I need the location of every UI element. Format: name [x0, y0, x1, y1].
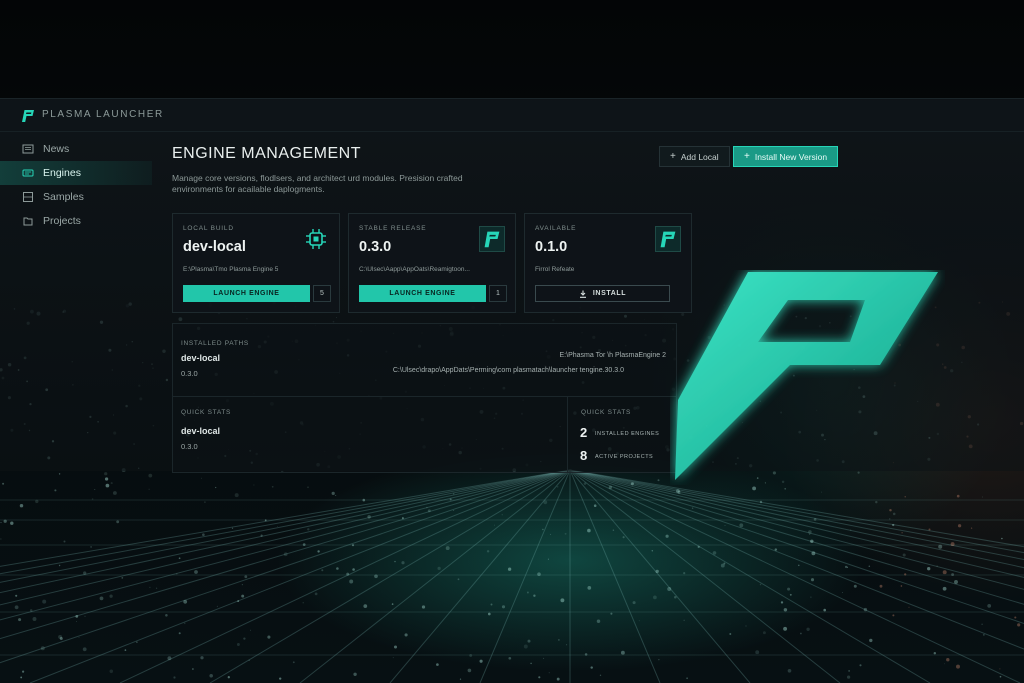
engine-details-panel: INSTALLED PATHS dev-local 0.3.0 E:\Phasm…: [172, 323, 677, 473]
launch-engine-button[interactable]: LAUNCH ENGINE: [359, 285, 486, 302]
chip-icon: [306, 229, 326, 249]
engine-card-available: AVAILABLE 0.1.0 Firrol Refeate INSTALL: [524, 213, 692, 313]
sidebar-item-label: News: [43, 143, 70, 155]
quick-stats-label: QUICK STATS: [181, 409, 232, 416]
quick-stats-engine-version: 0.3.0: [181, 442, 198, 451]
instance-count: 1: [489, 285, 507, 302]
install-label: INSTALL: [592, 290, 627, 297]
newspaper-icon: [22, 144, 34, 154]
projects-icon: [23, 217, 33, 226]
sidebar-item-label: Samples: [43, 191, 84, 203]
installed-engine-name: dev-local: [181, 353, 221, 363]
installed-engines-count: 2: [580, 425, 588, 440]
plasma-logo-icon: [655, 226, 681, 252]
installed-paths-label: INSTALLED PATHS: [181, 340, 249, 347]
engine-icon: [22, 169, 34, 177]
launch-engine-button[interactable]: LAUNCH ENGINE: [183, 285, 310, 302]
instance-count: 5: [313, 285, 331, 302]
installed-path-primary: E:\Phasma Tor \h PlasmaEngine 2: [559, 352, 666, 359]
plasma-logo-icon: [479, 226, 505, 252]
divider: [173, 396, 676, 397]
samples-icon: [23, 192, 33, 202]
active-projects-count: 8: [580, 448, 588, 463]
add-local-button[interactable]: + Add Local: [659, 146, 730, 167]
install-new-version-label: Install New Version: [754, 151, 828, 162]
installed-engines-label: INSTALLED ENGINES: [595, 431, 660, 437]
engine-card-stable-release: STABLE RELEASE 0.3.0 C:\Ulsec\Aapp\AppOa…: [348, 213, 516, 313]
sidebar-item-label: Engines: [43, 167, 81, 179]
card-version: 0.1.0: [535, 239, 568, 255]
plasma-logo-icon: [22, 110, 34, 122]
sidebar-item-projects[interactable]: Projects: [0, 209, 152, 233]
sidebar-item-news[interactable]: News: [0, 137, 152, 161]
plus-icon: +: [744, 151, 750, 162]
card-label: LOCAL BUILD: [183, 225, 234, 232]
card-label: STABLE RELEASE: [359, 225, 427, 232]
app-title: PLASMA LAUNCHER: [42, 109, 164, 120]
installed-path-secondary: C:\Ulsec\drapo\AppDats\Perming\com plasm…: [392, 367, 624, 374]
sidebar-item-samples[interactable]: Samples: [0, 185, 152, 209]
active-projects-label: ACTIVE PROJECTS: [595, 454, 654, 460]
install-new-version-button[interactable]: + Install New Version: [733, 146, 839, 167]
quick-stats-engine-name: dev-local: [181, 426, 221, 436]
card-version: 0.3.0: [359, 239, 392, 255]
quick-stats-summary-label: QUICK STATS: [581, 409, 632, 416]
engine-card-local-build: LOCAL BUILD dev-local E:\Plasma\Tmo Plas…: [172, 213, 340, 313]
page-description: Manage core versions, flodlsers, and arc…: [172, 173, 463, 194]
page-title: ENGINE MANAGEMENT: [172, 145, 361, 162]
install-button[interactable]: INSTALL: [535, 285, 670, 302]
sidebar-item-label: Projects: [43, 215, 81, 227]
sidebar: News Engines Samples Projects: [0, 137, 152, 233]
add-local-label: Add Local: [680, 151, 719, 162]
plasma-hero-logo-icon: [675, 272, 938, 480]
divider: [567, 397, 568, 472]
installed-engine-version: 0.3.0: [181, 369, 198, 378]
download-icon: [579, 290, 586, 298]
plus-icon: +: [670, 151, 676, 162]
sidebar-item-engines[interactable]: Engines: [0, 161, 152, 185]
title-bar: PLASMA LAUNCHER: [0, 99, 1024, 132]
card-path: C:\Ulsec\Aapp\AppOats\Reamigtoon...: [359, 266, 470, 273]
card-path: E:\Plasma\Tmo Plasma Engine 5: [183, 266, 279, 273]
card-path: Firrol Refeate: [535, 266, 575, 273]
card-version: dev-local: [183, 239, 246, 255]
card-label: AVAILABLE: [535, 225, 577, 232]
